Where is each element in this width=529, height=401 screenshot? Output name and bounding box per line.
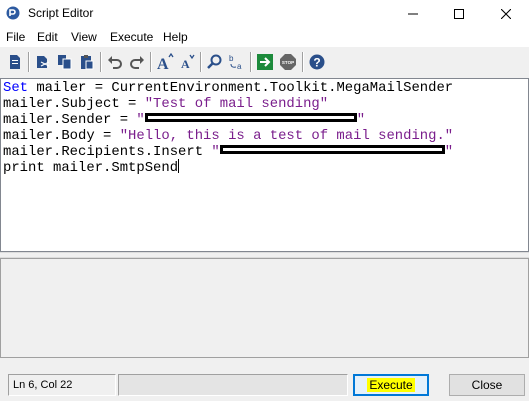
replace-button[interactable]: b a [226,51,248,73]
script-editor[interactable]: Set mailer = CurrentEnvironment.Toolkit.… [0,78,529,252]
font-decrease-button[interactable]: A [176,51,198,73]
menu-edit[interactable]: Edit [37,30,58,44]
replace-icon: b a [229,54,242,71]
status-message-panel [118,374,348,396]
toolbar-separator [150,52,152,72]
svg-text:?: ? [313,56,320,70]
paste-button[interactable] [76,51,98,73]
run-button[interactable] [254,51,276,73]
code-string: "Hello, this is a test of mail sending." [119,128,454,144]
output-pane[interactable] [0,258,529,358]
toolbar: A A b a STOP ? [0,47,529,77]
menu-help[interactable]: Help [163,30,188,44]
toolbar-separator [100,52,102,72]
cut-button[interactable] [32,51,54,73]
code-line: mailer.Recipients.Insert " " [3,144,453,160]
code-string-close: " [356,112,366,128]
minimize-icon [408,13,418,14]
toolbar-separator [250,52,252,72]
close-button-label: Close [471,378,503,392]
title-bar: Script Editor [0,0,529,27]
find-button[interactable] [204,51,226,73]
minimize-button[interactable] [390,0,436,27]
app-icon [6,6,20,20]
help-icon: ? [309,54,325,70]
paste-icon [81,55,94,70]
font-increase-button[interactable]: A [154,51,176,73]
cursor-position-text: Ln 6, Col 22 [13,379,73,391]
code-string: "Test of mail sending" [144,96,329,112]
toolbar-separator [200,52,202,72]
toolbar-separator [28,52,30,72]
code-line: mailer.Sender = " " [3,112,365,128]
text-caret [178,159,180,174]
execute-button-label: Execute [367,378,415,392]
maximize-button[interactable] [436,0,482,27]
help-button[interactable]: ? [306,51,328,73]
code-text: mailer.Body = [3,128,120,144]
redo-button[interactable] [126,51,148,73]
svg-text:a: a [237,62,242,71]
svg-text:b: b [229,54,234,63]
menu-bar: File Edit View Execute Help [0,27,529,47]
undo-icon [108,56,122,69]
code-text: print mailer.SmtpSend [3,160,179,176]
undo-button[interactable] [104,51,126,73]
code-string-open: " [211,144,220,160]
code-string-open: " [136,112,145,128]
code-text: mailer.Sender = [3,112,137,128]
menu-execute[interactable]: Execute [110,30,153,44]
find-icon [207,54,222,69]
svg-text:STOP: STOP [282,60,294,65]
code-keyword: Set [3,80,29,96]
code-line: mailer.Subject = "Test of mail sending" [3,96,328,112]
execute-button[interactable]: Execute [353,374,429,396]
cut-icon [37,56,50,68]
code-text: mailer = CurrentEnvironment.Toolkit.Mega… [28,80,454,96]
code-line: mailer.Body = "Hello, this is a test of … [3,128,453,144]
font-decrease-icon: A [181,54,195,71]
script-editor-window: Script Editor File Edit View Execute Hel… [0,0,529,401]
code-text: mailer.Subject = [3,96,145,112]
copy-icon [58,55,72,70]
redacted-sender [144,113,357,123]
stop-icon: STOP [280,54,296,70]
code-line: Set mailer = CurrentEnvironment.Toolkit.… [3,80,453,96]
run-icon [257,54,273,70]
stop-button[interactable]: STOP [277,51,299,73]
window-title: Script Editor [28,6,94,20]
maximize-icon [454,8,464,19]
cursor-position-status: Ln 6, Col 22 [8,374,116,396]
redo-icon [130,56,144,69]
close-icon [501,8,511,19]
toolbar-separator [302,52,304,72]
close-button[interactable]: Close [449,374,525,396]
menu-view[interactable]: View [71,30,97,44]
code-line: print mailer.SmtpSend [3,159,180,176]
close-window-button[interactable] [483,0,529,27]
svg-text:A: A [181,57,190,71]
code-string-close: " [444,144,454,160]
copy-button[interactable] [54,51,76,73]
code-text: mailer.Recipients.Insert [3,144,212,160]
svg-text:A: A [157,56,169,71]
font-increase-icon: A [157,53,174,71]
menu-file[interactable]: File [6,30,25,44]
redacted-recipient [219,145,445,155]
new-script-icon [10,55,20,69]
new-script-button[interactable] [4,51,26,73]
